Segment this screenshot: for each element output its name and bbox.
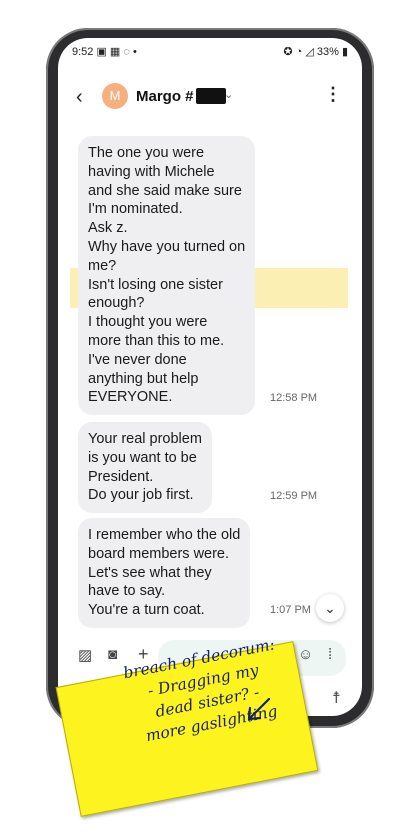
message-line: President. <box>88 468 154 485</box>
status-left: 9:52 ▣ ▦ ◌ • <box>72 45 137 58</box>
camera-icon[interactable]: ◙ <box>108 646 117 663</box>
back-button[interactable]: ‹ <box>76 86 83 109</box>
message-line: anything but help <box>88 370 199 387</box>
message-line: The one you were <box>88 145 205 161</box>
message-line: having with Michele <box>88 163 215 180</box>
message-bubble[interactable]: The one you were having with Michele and… <box>78 136 256 416</box>
message-line: Isn't losing one sister <box>88 276 223 293</box>
contact-name[interactable]: Margo # <box>136 88 226 105</box>
arrow-icon <box>247 697 271 721</box>
gallery-icon[interactable]: ▨ <box>78 646 92 664</box>
message-line: Ask z. <box>88 220 128 237</box>
message-line: enough? <box>88 295 145 312</box>
message-timestamp: 12:59 PM <box>270 490 318 502</box>
scroll-to-bottom-button[interactable]: ⌄ <box>316 594 344 622</box>
status-right: ✪ ◔ ◿ 33% ▮ <box>283 45 348 58</box>
message-bubble[interactable]: Your real problem is you want to be Pres… <box>78 422 212 514</box>
redaction-box <box>195 88 226 104</box>
avatar[interactable]: M <box>102 83 128 109</box>
battery-percent: 33% <box>316 46 339 58</box>
chevron-down-icon[interactable]: ⌄ <box>224 88 233 101</box>
message-line: Why have you turned on <box>88 238 246 255</box>
phone-screen: 9:52 ▣ ▦ ◌ • ✪ ◔ ◿ 33% ▮ ‹ M Margo # ⌄ ⋮… <box>58 38 362 716</box>
status-bar: 9:52 ▣ ▦ ◌ • ✪ ◔ ◿ 33% ▮ <box>58 38 362 64</box>
message-line: I thought you were <box>88 314 208 331</box>
system-icons: ✪ ◔ ◿ <box>283 46 314 58</box>
notification-icons: ▣ ▦ ◌ • <box>96 46 137 58</box>
status-time: 9:52 <box>72 46 94 58</box>
more-options-button[interactable]: ⋮ <box>324 84 342 105</box>
contact-name-text: Margo # <box>136 88 194 105</box>
message-line: I've never done <box>88 351 187 368</box>
conversation-header: ‹ M Margo # ⌄ ⋮ <box>58 72 362 120</box>
message-timestamp: 12:58 PM <box>270 392 318 404</box>
message-timestamp: 1:07 PM <box>270 604 311 616</box>
message-bubble[interactable]: I remember who the old board members wer… <box>78 518 251 628</box>
message-line: You're a turn coat. <box>88 602 205 619</box>
message-line: Let's see what they <box>88 564 212 581</box>
message-line: me? <box>88 257 117 274</box>
message-line: have to say. <box>88 583 166 600</box>
message-line: more than this to me. <box>88 332 225 349</box>
message-line: I'm nominated. <box>88 201 183 218</box>
battery-icon: ▮ <box>341 46 348 58</box>
message-line: and she said make sure <box>88 182 242 199</box>
message-line: board members were. <box>88 545 230 562</box>
message-line: Your real problem <box>88 431 202 447</box>
message-line: EVERYONE. <box>88 389 173 406</box>
message-line: I remember who the old <box>88 527 241 543</box>
accessibility-icon[interactable]: ☨ <box>332 688 341 708</box>
message-line: Do your job first. <box>88 487 194 504</box>
message-line: is you want to be <box>88 449 197 466</box>
voice-icon[interactable]: ⁞ <box>328 646 332 663</box>
